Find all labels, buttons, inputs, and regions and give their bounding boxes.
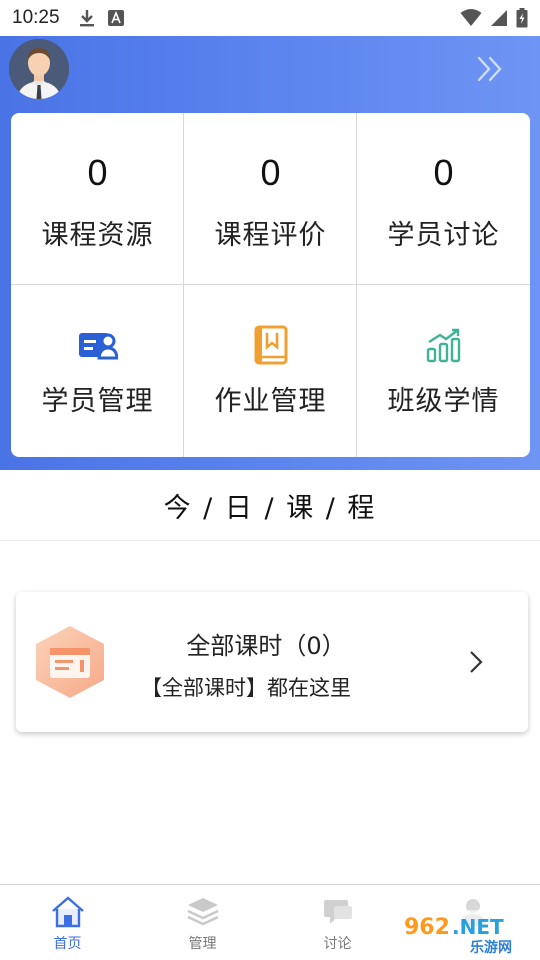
grid-divider xyxy=(356,113,357,457)
battery-icon xyxy=(516,8,528,28)
dashboard-grid: 0 课程资源 0 课程评价 0 学员讨论 学员管理 作业管理 班级学情 xyxy=(11,113,530,457)
site-watermark-logo: 962 .NET 乐游网 xyxy=(400,906,536,956)
svg-text:.NET: .NET xyxy=(452,915,504,939)
tool-label: 学员管理 xyxy=(41,386,154,417)
expand-button[interactable] xyxy=(474,54,506,84)
font-a-icon xyxy=(107,10,124,26)
status-bar: 10:25 xyxy=(0,0,540,36)
stat-value: 0 xyxy=(260,152,281,193)
stat-value: 0 xyxy=(433,152,454,193)
status-notification-icons xyxy=(78,8,124,28)
signal-icon xyxy=(491,10,507,26)
home-icon xyxy=(51,896,84,928)
section-divider xyxy=(0,540,540,541)
nav-label: 首页 xyxy=(53,936,82,952)
layers-icon xyxy=(186,898,219,926)
stat-label: 课程资源 xyxy=(41,220,154,251)
svg-text:乐游网: 乐游网 xyxy=(470,939,512,956)
status-time: 10:25 xyxy=(12,7,60,28)
stat-value: 0 xyxy=(87,152,108,193)
all-lessons-title: 全部课时（0） xyxy=(186,632,346,660)
nav-discussion[interactable]: 讨论 xyxy=(270,885,405,960)
nav-manage[interactable]: 管理 xyxy=(135,885,270,960)
user-avatar-icon xyxy=(9,39,69,99)
grid-divider xyxy=(183,113,184,457)
nav-label: 管理 xyxy=(188,936,217,952)
homework-book-icon xyxy=(251,325,291,365)
svg-text:962: 962 xyxy=(404,915,450,940)
stat-course-reviews[interactable]: 0 课程评价 xyxy=(184,113,357,285)
stat-label: 课程评价 xyxy=(214,220,327,251)
nav-label: 讨论 xyxy=(323,936,352,952)
stat-course-resources[interactable]: 0 课程资源 xyxy=(11,113,184,285)
app-screen: 10:25 0 课程资源 0 课程评价 0 学员讨论 学员管理 作业管理 班级学… xyxy=(0,0,540,960)
stat-label: 学员讨论 xyxy=(387,220,500,251)
tool-label: 作业管理 xyxy=(214,386,327,417)
tool-student-management[interactable]: 学员管理 xyxy=(11,285,184,457)
download-icon xyxy=(79,10,94,27)
grid-divider xyxy=(11,284,530,285)
bar-chart-icon xyxy=(424,325,464,365)
tool-label: 班级学情 xyxy=(387,386,500,417)
double-chevron-right-icon xyxy=(477,56,502,82)
nav-home[interactable]: 首页 xyxy=(0,885,135,960)
all-lessons-subtitle: 【全部课时】都在这里 xyxy=(141,676,351,700)
wifi-icon xyxy=(460,9,482,26)
chevron-right-icon xyxy=(466,648,486,676)
status-system-icons xyxy=(460,8,528,28)
section-title-today-courses: 今 / 日 / 课 / 程 xyxy=(163,492,377,524)
stat-student-discussions[interactable]: 0 学员讨论 xyxy=(357,113,530,285)
tool-homework-management[interactable]: 作业管理 xyxy=(184,285,357,457)
chat-bubble-icon xyxy=(323,900,352,924)
all-lessons-card[interactable]: 全部课时（0） 【全部课时】都在这里 xyxy=(16,592,528,732)
avatar[interactable] xyxy=(9,39,69,99)
tool-class-analytics[interactable]: 班级学情 xyxy=(357,285,530,457)
header-panel: 0 课程资源 0 课程评价 0 学员讨论 学员管理 作业管理 班级学情 xyxy=(0,36,540,470)
student-card-icon xyxy=(78,325,118,365)
